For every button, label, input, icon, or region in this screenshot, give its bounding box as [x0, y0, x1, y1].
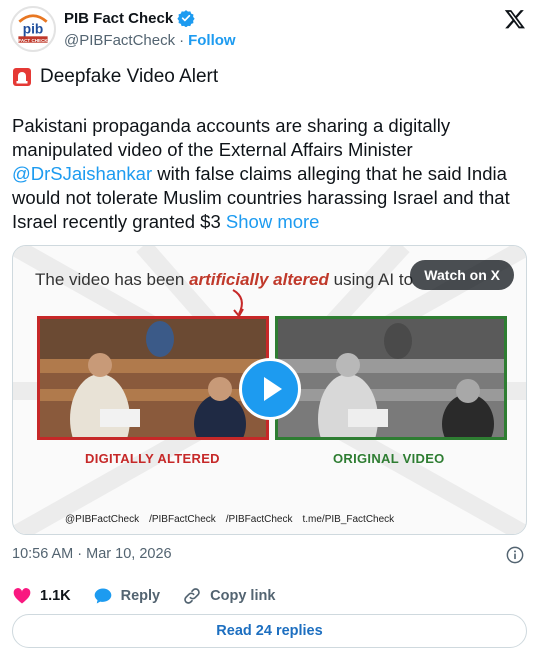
heart-icon: [13, 588, 31, 604]
action-bar: 1.1K Reply Copy link: [12, 586, 297, 606]
logo-text: pib: [23, 22, 44, 37]
follow-button[interactable]: Follow: [188, 32, 236, 49]
separator: ·: [179, 32, 185, 49]
read-replies-button[interactable]: Read 24 replies: [12, 614, 527, 648]
play-icon: [264, 377, 282, 401]
verified-badge-icon: [177, 10, 195, 27]
alert-title: Deepfake Video Alert: [40, 66, 219, 87]
logo-sub: FACT CHECK: [18, 38, 48, 43]
original-frame: [275, 316, 507, 464]
social-handles: @PIBFactCheck /PIBFactCheck /PIBFactChec…: [65, 514, 394, 525]
altered-label: DIGITALLY ALTERED: [85, 451, 220, 466]
like-count: 1.1K: [40, 588, 71, 604]
video-thumbnail[interactable]: The video has been artificially altered …: [12, 245, 527, 535]
altered-frame: [37, 316, 269, 464]
play-button[interactable]: [239, 358, 301, 420]
like-button[interactable]: 1.1K: [12, 586, 71, 606]
original-label: ORIGINAL VIDEO: [333, 451, 445, 466]
copy-link-label: Copy link: [210, 588, 276, 604]
tweet-text-part1: Pakistani propaganda accounts are sharin…: [12, 115, 451, 160]
curved-arrow-icon: [232, 289, 244, 318]
avatar[interactable]: pib FACT CHECK: [10, 6, 56, 52]
social-facebook-handle: /PIBFactCheck: [225, 514, 293, 525]
link-icon: [184, 588, 200, 604]
copy-link-button[interactable]: Copy link: [182, 586, 275, 606]
show-more-link[interactable]: Show more: [226, 211, 320, 232]
headline-suffix: using AI to: [328, 270, 414, 289]
tweet-text: Pakistani propaganda accounts are sharin…: [12, 114, 532, 234]
mention-link[interactable]: @DrSJaishankar: [12, 163, 152, 184]
reply-button[interactable]: Reply: [93, 586, 161, 606]
headline-emphasis: artificially altered: [189, 270, 329, 289]
social-x-handle: @PIBFactCheck: [65, 514, 140, 525]
x-logo-icon[interactable]: [504, 8, 526, 30]
account-name[interactable]: PIB Fact Check: [64, 10, 173, 27]
video-headline: The video has been artificially altered …: [35, 270, 413, 290]
info-icon[interactable]: [506, 546, 524, 564]
headline-prefix: The video has been: [35, 270, 190, 289]
social-threads-handle: /PIBFactCheck: [149, 514, 216, 525]
account-handle[interactable]: @PIBFactCheck: [64, 32, 175, 49]
reply-label: Reply: [120, 588, 161, 604]
watch-on-x-button[interactable]: Watch on X: [410, 260, 514, 290]
timestamp[interactable]: 10:56 AM · Mar 10, 2026: [12, 546, 172, 562]
siren-icon: [13, 68, 31, 86]
social-telegram-handle: t.me/PIB_FactCheck: [302, 514, 395, 525]
reply-icon: [94, 588, 111, 604]
